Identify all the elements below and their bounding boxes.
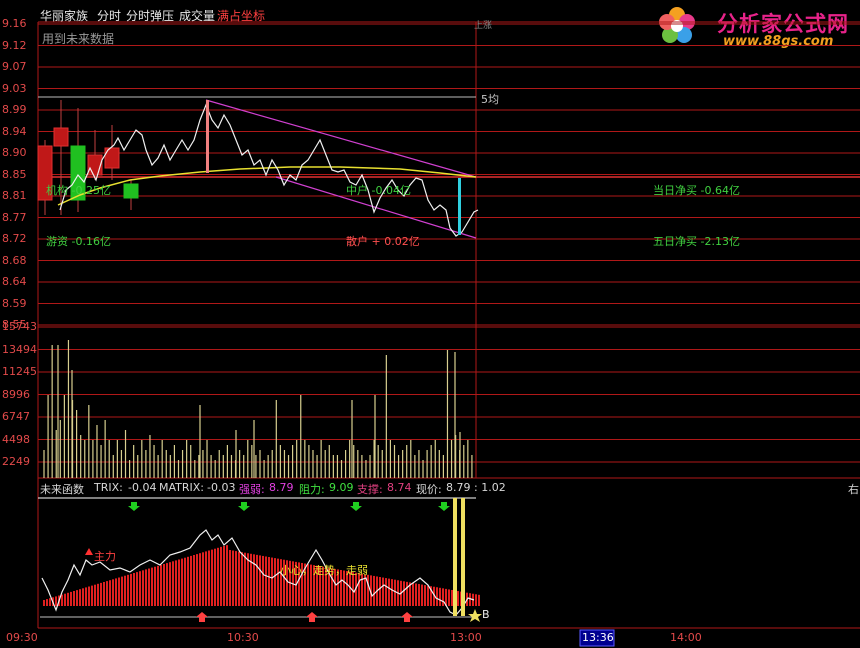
yellow-signal-bar-1 [453, 498, 457, 616]
price-axis-label: 8.59 [2, 296, 27, 310]
today-net-buy-label: 当日净买 -0.64亿 [653, 184, 740, 197]
volume-axis-label: 6747 [2, 410, 30, 423]
price-axis-label: 9.03 [2, 81, 27, 95]
youzi-label: 游资 -0.16亿 [46, 235, 111, 248]
jigou-label: 机构 -0.25亿 [46, 184, 111, 197]
right-cut-label: 右 [848, 483, 859, 496]
red-up-arrow-icon [306, 612, 318, 622]
time-1400: 14:00 [670, 631, 702, 644]
buy-mark: B [482, 608, 490, 621]
price-axis-label: 9.16 [2, 17, 27, 30]
channel-upper [205, 99, 477, 178]
red-triangle-icon [85, 548, 93, 555]
red-up-arrow-icon [401, 612, 413, 622]
cyan-drop-bar [458, 178, 461, 235]
volume-axis-label: 2249 [2, 455, 30, 468]
yellow-signal-bar-2 [461, 498, 465, 616]
star-icon [468, 609, 482, 622]
chart-canvas[interactable] [0, 0, 860, 648]
resist-label: 阻力: [299, 483, 325, 496]
volume-axis-label: 8996 [2, 387, 30, 401]
volume-axis-label: 4498 [2, 432, 30, 446]
strong-value: 8.79 [269, 481, 294, 494]
sanhu-label: 散户 + 0.02亿 [346, 235, 420, 248]
ratio-value: : 1.02 [474, 481, 506, 494]
time-0930: 09:30 [6, 631, 38, 644]
price-value: 8.79 [446, 481, 471, 494]
trix-label: TRIX: [94, 481, 123, 494]
resist-value: 9.09 [329, 481, 354, 494]
price-axis-label: 8.77 [2, 210, 27, 224]
support-value: 8.74 [387, 481, 412, 494]
price-axis-label: 8.85 [2, 167, 27, 181]
candle-body [53, 127, 69, 147]
time-1300: 13:00 [450, 631, 482, 644]
price-label: 现价: [416, 483, 442, 496]
price-axis-label: 8.81 [2, 189, 27, 202]
time-1030: 10:30 [227, 631, 259, 644]
price-axis-label: 8.99 [2, 103, 27, 116]
top-right-small-label: 上涨 [474, 21, 493, 31]
price-axis-label: 8.72 [2, 232, 27, 245]
caution-label: 小心，走势，走弱 [280, 564, 368, 577]
spike-bar [206, 100, 209, 173]
indicator-name: 未来函数 [40, 483, 84, 496]
volume-axis-label: 13494 [2, 342, 37, 356]
volume-axis-label: 11245 [2, 365, 37, 378]
price-axis-label: 8.68 [2, 253, 27, 267]
support-label: 支撑: [357, 483, 383, 496]
price-axis-label: 8.90 [2, 146, 27, 159]
time-cursor: 13:36 [582, 631, 614, 644]
green-down-arrow-icon [438, 502, 450, 511]
price-axis-label: 9.12 [2, 38, 27, 52]
ma5-label: 5均 [481, 93, 499, 106]
zhuli-label: 主力 [94, 550, 116, 563]
green-down-arrow-icon [238, 502, 250, 511]
volume-axis-label: 15743 [2, 320, 37, 333]
candle-body [123, 183, 139, 199]
five-day-net-buy-label: 五日净买 -2.13亿 [653, 235, 740, 248]
strong-label: 强弱: [239, 483, 265, 496]
matrix-value: -0.03 [207, 481, 236, 494]
green-down-arrow-icon [350, 502, 362, 511]
trix-value: -0.04 [128, 481, 157, 494]
zhonghu-label: 中户 -0.04亿 [346, 184, 411, 197]
price-axis-label: 8.94 [2, 124, 27, 138]
price-axis-label: 8.64 [2, 275, 27, 288]
volume-grid [38, 326, 860, 463]
green-down-arrow-icon [128, 502, 140, 511]
matrix-label: MATRIX: [159, 481, 205, 494]
red-up-arrow-icon [196, 612, 208, 622]
volume-bars [43, 340, 473, 478]
price-axis-label: 9.07 [2, 60, 27, 73]
